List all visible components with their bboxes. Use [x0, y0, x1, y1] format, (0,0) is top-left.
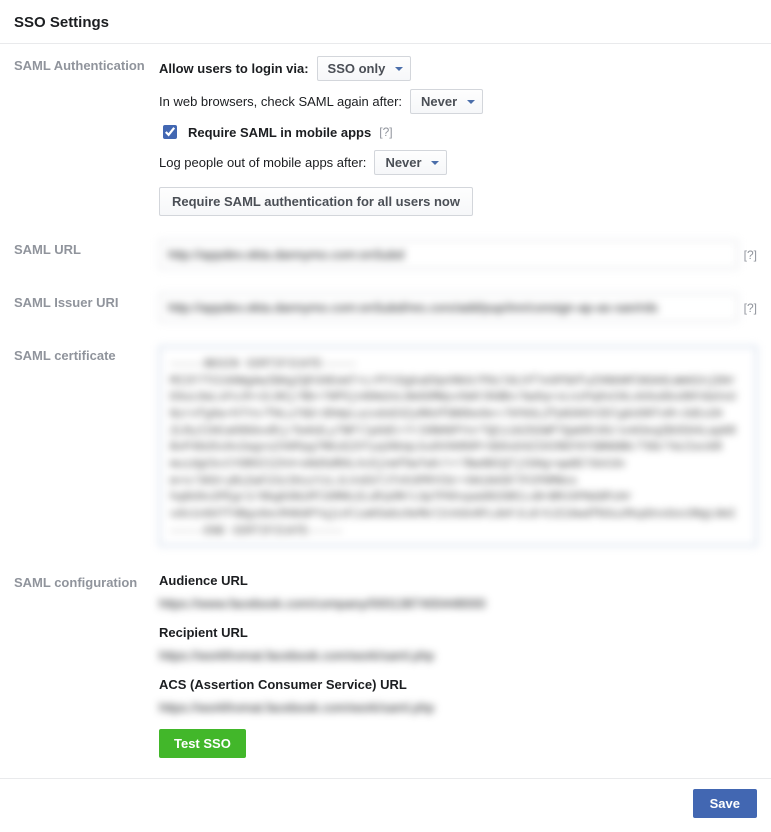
saml-url-help[interactable]: [?] — [744, 248, 757, 262]
save-button[interactable]: Save — [693, 789, 757, 818]
allow-login-via-text: Allow users to login via: — [159, 61, 309, 76]
saml-issuer-help[interactable]: [?] — [744, 301, 757, 315]
require-saml-mobile-label: Require SAML in mobile apps — [188, 125, 371, 140]
label-saml-authentication: SAML Authentication — [14, 56, 159, 73]
recheck-saml-text: In web browsers, check SAML again after: — [159, 94, 402, 109]
footer: Save — [0, 778, 771, 832]
main-content: SAML Authentication Allow users to login… — [0, 44, 771, 778]
recipient-url-heading: Recipient URL — [159, 625, 757, 640]
label-saml-certificate: SAML certificate — [14, 346, 159, 363]
test-sso-button[interactable]: Test SSO — [159, 729, 246, 758]
page-title: SSO Settings — [0, 0, 771, 44]
row-saml-authentication: SAML Authentication Allow users to login… — [14, 44, 757, 228]
acs-url-heading: ACS (Assertion Consumer Service) URL — [159, 677, 757, 692]
row-saml-configuration: SAML configuration Audience URL https://… — [14, 561, 757, 770]
audience-url-value: https://www.facebook.com/company/0001387… — [159, 596, 757, 611]
require-saml-all-users-button[interactable]: Require SAML authentication for all user… — [159, 187, 473, 216]
logout-mobile-select[interactable]: Never — [374, 150, 447, 175]
saml-certificate-textarea[interactable] — [159, 346, 757, 546]
row-saml-issuer: SAML Issuer URI [?] — [14, 281, 757, 334]
require-saml-mobile-help[interactable]: [?] — [379, 125, 392, 139]
logout-mobile-text: Log people out of mobile apps after: — [159, 155, 366, 170]
allow-login-via-select[interactable]: SSO only — [317, 56, 411, 81]
acs-url-value: https://workfromat.facebook.com/work/sam… — [159, 700, 757, 715]
label-saml-url: SAML URL — [14, 240, 159, 257]
require-saml-mobile-checkbox[interactable] — [163, 125, 177, 139]
label-saml-configuration: SAML configuration — [14, 573, 159, 590]
label-saml-issuer: SAML Issuer URI — [14, 293, 159, 310]
audience-url-heading: Audience URL — [159, 573, 757, 588]
field-saml-authentication: Allow users to login via: SSO only In we… — [159, 56, 757, 216]
recheck-saml-select[interactable]: Never — [410, 89, 483, 114]
saml-url-input[interactable] — [159, 240, 738, 269]
row-saml-certificate: SAML certificate — [14, 334, 757, 561]
recipient-url-value: https://workfromat.facebook.com/work/sam… — [159, 648, 757, 663]
saml-issuer-input[interactable] — [159, 293, 738, 322]
row-saml-url: SAML URL [?] — [14, 228, 757, 281]
